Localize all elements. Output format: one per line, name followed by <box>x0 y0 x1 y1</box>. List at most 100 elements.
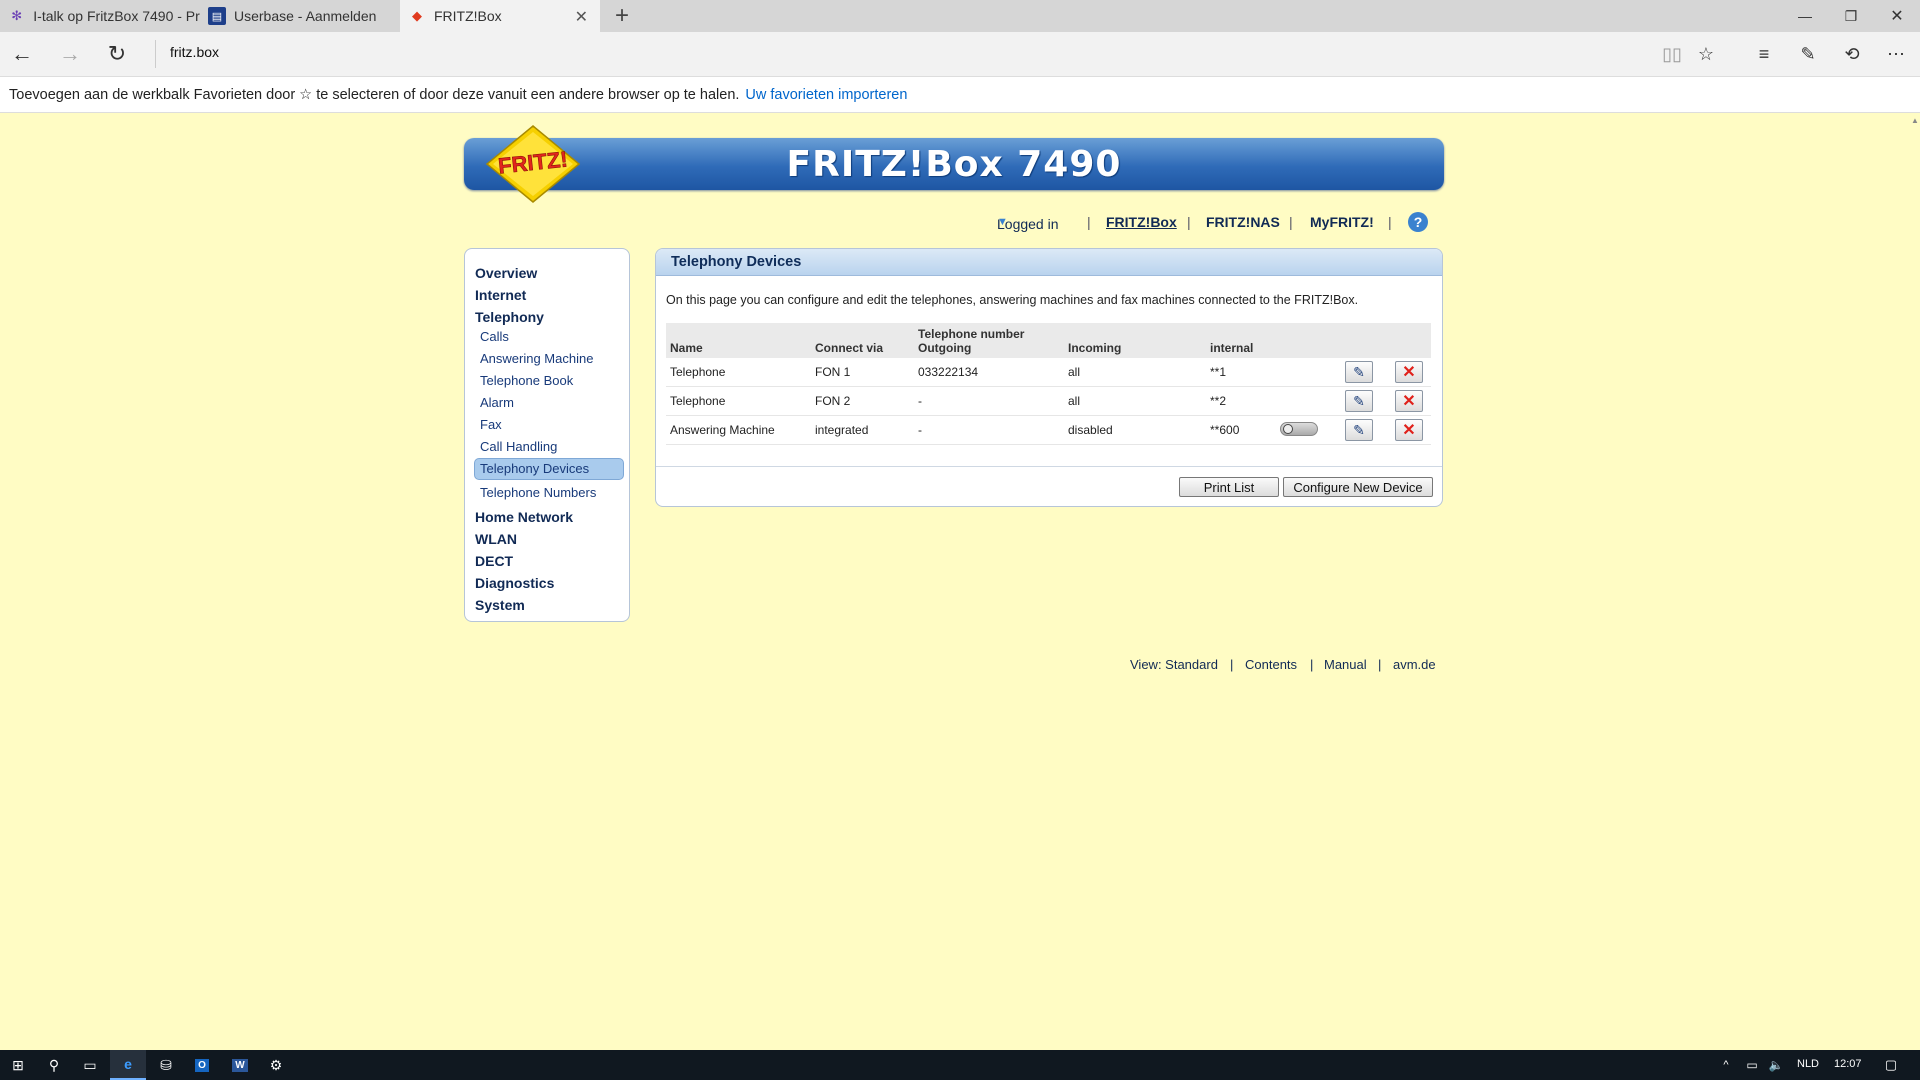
favorite-star-icon[interactable]: ☆ <box>1690 38 1722 70</box>
column-header-empty <box>1276 323 1341 358</box>
sidebar-item-answering-machine[interactable]: Answering Machine <box>480 351 593 366</box>
divider <box>656 466 1442 467</box>
network-icon[interactable]: ▭ <box>1740 1050 1764 1080</box>
view-standard-link[interactable]: View: Standard <box>1130 657 1218 672</box>
device-connect-via: integrated <box>811 415 914 445</box>
sidebar-item-wlan[interactable]: WLAN <box>475 531 517 547</box>
chevron-down-icon: ▼ <box>997 216 1008 228</box>
hub-icon[interactable]: ≡ <box>1748 38 1780 70</box>
manual-link[interactable]: Manual <box>1324 657 1367 672</box>
configure-new-device-button[interactable]: Configure New Device <box>1283 477 1433 497</box>
delete-cell: ✕ <box>1391 415 1431 445</box>
language-indicator[interactable]: NLD <box>1797 1058 1819 1070</box>
nav-fritznas-link[interactable]: FRITZ!NAS <box>1206 214 1280 230</box>
sidebar-item-overview[interactable]: Overview <box>475 265 537 281</box>
sidebar-item-telephone-book[interactable]: Telephone Book <box>480 373 573 388</box>
delete-cell: ✕ <box>1391 358 1431 387</box>
forward-icon[interactable]: → <box>52 38 88 70</box>
toggle-knob <box>1283 423 1293 434</box>
device-name: Answering Machine <box>666 415 811 445</box>
task-view-icon[interactable]: ▭ <box>72 1050 108 1080</box>
settings-gear-icon[interactable]: ⚙ <box>258 1050 294 1080</box>
sidebar-item-telephony[interactable]: Telephony <box>475 309 544 325</box>
url-field[interactable]: fritz.box <box>170 44 219 60</box>
clock[interactable]: 12:07 <box>1834 1058 1862 1070</box>
delete-button[interactable]: ✕ <box>1395 419 1423 441</box>
device-outgoing: - <box>914 386 1064 416</box>
import-favorites-link[interactable]: Uw favorieten importeren <box>745 87 907 103</box>
restore-icon[interactable]: ❐ <box>1828 0 1874 32</box>
nav-myfritz-link[interactable]: MyFRITZ! <box>1310 214 1374 230</box>
page-icon: ▤ <box>208 7 226 25</box>
column-header-telephone-number-label: Telephone number <box>918 327 1025 341</box>
device-toggle-cell <box>1276 386 1341 416</box>
sidebar-item-home-network[interactable]: Home Network <box>475 509 573 525</box>
edge-browser-icon[interactable]: e <box>110 1050 146 1080</box>
volume-icon[interactable]: 🔈 <box>1764 1050 1788 1080</box>
device-outgoing: - <box>914 415 1064 445</box>
device-incoming: all <box>1064 358 1206 387</box>
sidebar-item-fax[interactable]: Fax <box>480 417 502 432</box>
contents-link[interactable]: Contents <box>1245 657 1297 672</box>
sidebar-item-call-handling[interactable]: Call Handling <box>480 439 557 454</box>
back-icon[interactable]: ← <box>4 38 40 70</box>
store-icon[interactable]: ⛁ <box>148 1050 184 1080</box>
sidebar-item-telephone-numbers[interactable]: Telephone Numbers <box>480 485 596 500</box>
device-incoming: disabled <box>1064 415 1206 445</box>
sidebar-item-diagnostics[interactable]: Diagnostics <box>475 575 554 591</box>
tab-label: Userbase - Aanmelden <box>234 8 377 24</box>
search-icon[interactable]: ⚲ <box>36 1050 72 1080</box>
puzzle-icon: ✻ <box>11 8 23 23</box>
enable-toggle[interactable] <box>1280 421 1318 436</box>
windows-start-icon[interactable]: ⊞ <box>0 1050 36 1080</box>
reading-view-icon[interactable]: ▯▯ <box>1656 38 1688 70</box>
device-name: Telephone <box>666 386 811 416</box>
web-note-icon[interactable]: ✎ <box>1792 38 1824 70</box>
browser-tab-italk[interactable]: ✻ I-talk op FritzBox 7490 - Prc <box>0 0 200 32</box>
tray-chevron-up-icon[interactable]: ^ <box>1714 1050 1738 1080</box>
edit-button[interactable]: ✎ <box>1345 419 1373 441</box>
column-header-name: Name <box>666 323 811 358</box>
scroll-up-icon[interactable]: ▲ <box>1911 116 1919 125</box>
word-icon[interactable]: W <box>222 1050 258 1080</box>
sidebar-item-alarm[interactable]: Alarm <box>480 395 514 410</box>
close-tab-icon[interactable]: ✕ <box>575 7 588 27</box>
outlook-icon[interactable]: O <box>184 1050 220 1080</box>
sidebar-item-calls[interactable]: Calls <box>480 329 509 344</box>
minimize-icon[interactable]: — <box>1782 0 1828 32</box>
device-connect-via: FON 1 <box>811 358 914 387</box>
more-icon[interactable]: ⋯ <box>1880 38 1912 70</box>
sidebar-item-dect[interactable]: DECT <box>475 553 513 569</box>
device-connect-via: FON 2 <box>811 386 914 416</box>
browser-tab-fritzbox[interactable]: ◆ FRITZ!Box ✕ <box>400 0 600 32</box>
page-scrollbar[interactable]: ▲ <box>1910 114 1920 1050</box>
browser-tab-userbase[interactable]: ▤ Userbase - Aanmelden <box>200 0 400 32</box>
close-window-icon[interactable]: ✕ <box>1874 0 1920 32</box>
help-icon[interactable]: ? <box>1408 212 1428 232</box>
column-header-outgoing: Outgoing <box>918 341 972 355</box>
edit-button[interactable]: ✎ <box>1345 390 1373 412</box>
share-icon[interactable]: ⟲ <box>1836 38 1868 70</box>
column-header-telephone-number: Telephone number Outgoing <box>914 323 1064 358</box>
footer-separator: | <box>1378 657 1382 672</box>
sidebar-item-internet[interactable]: Internet <box>475 287 526 303</box>
edit-cell: ✎ <box>1341 358 1391 387</box>
page-description: On this page you can configure and edit … <box>666 293 1359 307</box>
refresh-icon[interactable]: ↻ <box>99 38 135 70</box>
new-tab-button[interactable]: + <box>608 2 636 30</box>
devices-table: Name Connect via Telephone number Outgoi… <box>666 323 1431 445</box>
delete-button[interactable]: ✕ <box>1395 390 1423 412</box>
delete-button[interactable]: ✕ <box>1395 361 1423 383</box>
device-internal: **2 <box>1206 386 1276 416</box>
fritz-logo[interactable]: FRITZ! <box>483 124 583 204</box>
edit-icon: ✎ <box>1353 363 1365 380</box>
nav-separator: | <box>1388 214 1392 230</box>
action-center-icon[interactable]: ▢ <box>1876 1050 1906 1080</box>
avm-link[interactable]: avm.de <box>1393 657 1436 672</box>
tab-label: FRITZ!Box <box>434 8 502 24</box>
nav-fritzbox-link[interactable]: FRITZ!Box <box>1106 214 1177 230</box>
edit-button[interactable]: ✎ <box>1345 361 1373 383</box>
sidebar-item-telephony-devices[interactable]: Telephony Devices <box>474 458 624 480</box>
print-list-button[interactable]: Print List <box>1179 477 1279 497</box>
sidebar-item-system[interactable]: System <box>475 597 525 613</box>
